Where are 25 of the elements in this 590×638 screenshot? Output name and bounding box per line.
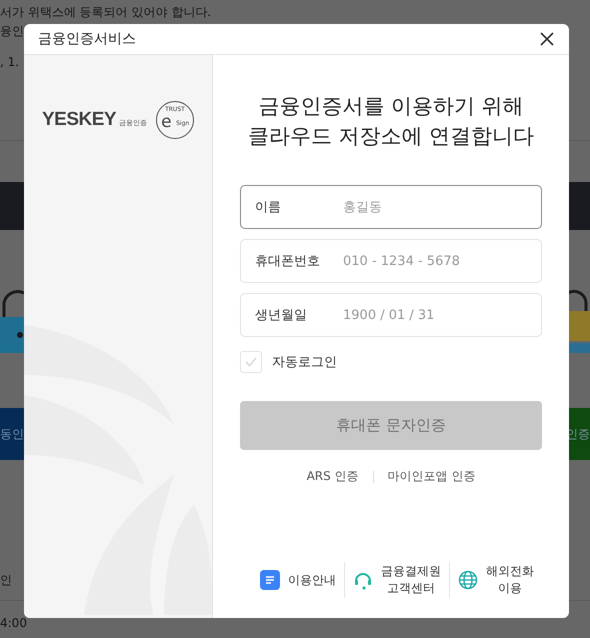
checkmark-icon	[244, 355, 258, 369]
footer-link[interactable]: 해외전화 이용	[450, 563, 542, 597]
input-field[interactable]: 010 - 1234 - 5678	[341, 252, 527, 270]
checkbox-label: 자동로그인	[272, 354, 337, 371]
checkbox[interactable]	[240, 351, 262, 373]
footer-link[interactable]: 이용안내	[252, 570, 344, 590]
dialog-title: 금융인증서비스	[38, 30, 136, 48]
field-label: 이름	[255, 199, 282, 216]
field-label: 휴대폰번호	[255, 253, 321, 270]
globe-icon	[458, 570, 478, 590]
background-text: 인	[0, 572, 12, 588]
input-field[interactable]: 1900 / 01 / 31	[341, 306, 527, 324]
background-text: , 1.	[0, 55, 20, 69]
auth-method-link[interactable]: ARS 인증	[306, 468, 359, 485]
field-label: 생년월일	[255, 307, 308, 324]
input-field[interactable]: 홍길동	[341, 198, 527, 216]
headset-icon	[353, 570, 373, 590]
auth-method-link[interactable]: 마이인포앱 인증	[388, 468, 476, 485]
background-text: 융인	[0, 22, 24, 40]
document-icon	[260, 570, 280, 590]
footer-link[interactable]: 금융결제원 고객센터	[345, 563, 449, 597]
time-text: 4:00	[0, 616, 27, 630]
notice-text: 서가 위택스에 등록되어 있어야 합니다.	[0, 4, 212, 20]
logo-wordmark: YESKEY	[42, 109, 116, 131]
dialog-heading: 금융인증서를 이용하기 위해 클라우드 저장소에 연결합니다	[246, 93, 536, 150]
